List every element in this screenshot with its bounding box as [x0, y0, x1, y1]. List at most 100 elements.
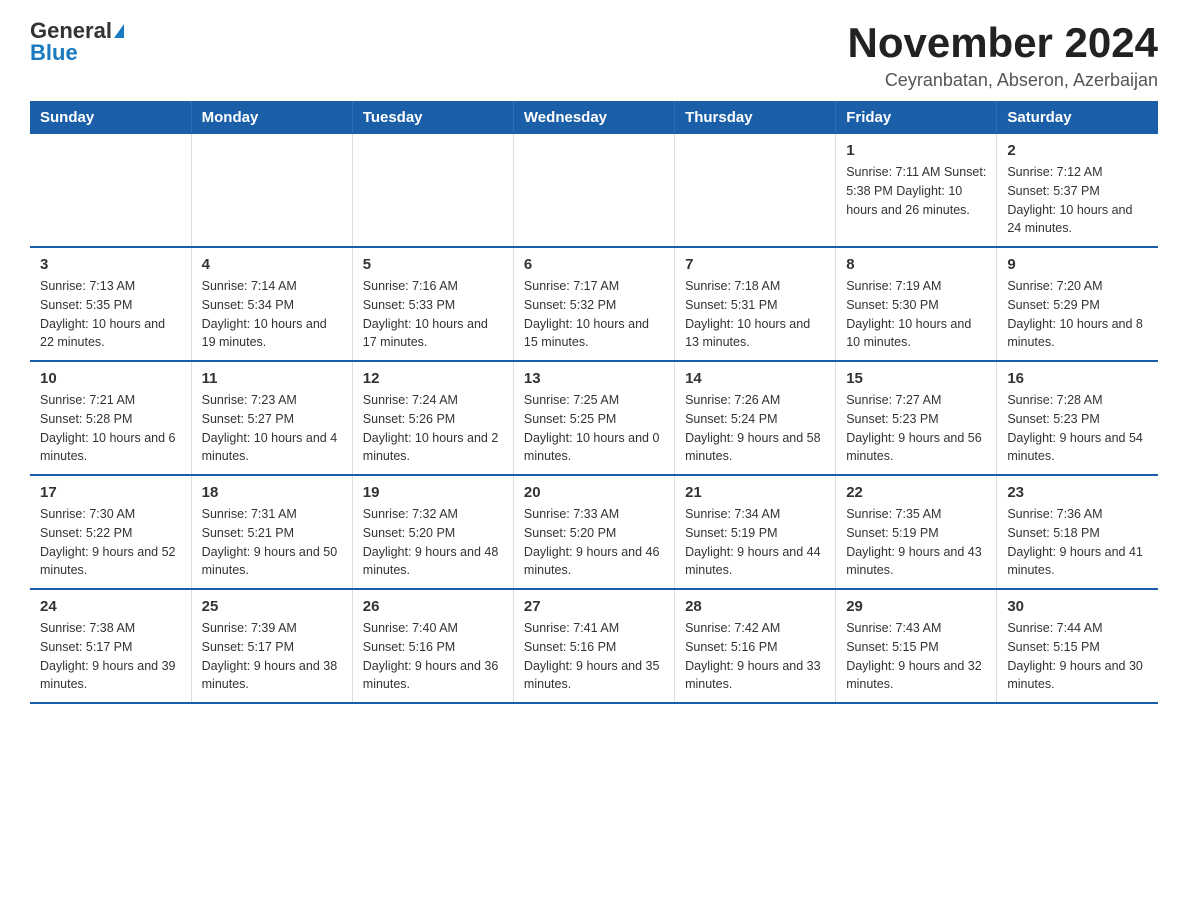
calendar-day-header: Wednesday [513, 101, 674, 134]
day-number: 26 [363, 598, 503, 615]
calendar-cell: 8Sunrise: 7:19 AM Sunset: 5:30 PM Daylig… [836, 247, 997, 361]
day-number: 9 [1007, 256, 1148, 273]
day-info: Sunrise: 7:39 AM Sunset: 5:17 PM Dayligh… [202, 619, 342, 694]
day-info: Sunrise: 7:26 AM Sunset: 5:24 PM Dayligh… [685, 391, 825, 466]
calendar-cell: 17 Sunrise: 7:30 AM Sunset: 5:22 PM Dayli… [30, 475, 191, 589]
day-info: Sunrise: 7:18 AM Sunset: 5:31 PM Dayligh… [685, 277, 825, 352]
calendar-cell: 11 Sunrise: 7:23 AM Sunset: 5:27 PM Dayli… [191, 361, 352, 475]
calendar-cell: 27 Sunrise: 7:41 AM Sunset: 5:16 PM Dayli… [513, 589, 674, 703]
day-info: Sunrise: 7:31 AM Sunset: 5:21 PM Dayligh… [202, 505, 342, 580]
day-number: 3 [40, 256, 181, 273]
calendar-cell: 21 Sunrise: 7:34 AM Sunset: 5:19 PM Dayli… [675, 475, 836, 589]
day-info: Sunrise: 7:17 AM Sunset: 5:32 PM Dayligh… [524, 277, 664, 352]
calendar-cell: 24 Sunrise: 7:38 AM Sunset: 5:17 PM Dayli… [30, 589, 191, 703]
day-number: 18 [202, 484, 342, 501]
day-info: Sunrise: 7:23 AM Sunset: 5:27 PM Dayligh… [202, 391, 342, 466]
day-number: 16 [1007, 370, 1148, 387]
calendar-day-header: Saturday [997, 101, 1158, 134]
calendar-cell: 7 Sunrise: 7:18 AM Sunset: 5:31 PM Daylig… [675, 247, 836, 361]
calendar-cell: 28Sunrise: 7:42 AM Sunset: 5:16 PM Dayli… [675, 589, 836, 703]
page-header: General Blue November 2024 Ceyranbatan, … [30, 20, 1158, 91]
calendar-cell: 22 Sunrise: 7:35 AM Sunset: 5:19 PM Dayli… [836, 475, 997, 589]
calendar-week-row: 3Sunrise: 7:13 AM Sunset: 5:35 PM Daylig… [30, 247, 1158, 361]
calendar-week-row: 17 Sunrise: 7:30 AM Sunset: 5:22 PM Dayli… [30, 475, 1158, 589]
day-info: Sunrise: 7:41 AM Sunset: 5:16 PM Dayligh… [524, 619, 664, 694]
calendar-cell: 6 Sunrise: 7:17 AM Sunset: 5:32 PM Daylig… [513, 247, 674, 361]
day-info: Sunrise: 7:16 AM Sunset: 5:33 PM Dayligh… [363, 277, 503, 352]
calendar-cell [513, 134, 674, 247]
calendar-day-header: Monday [191, 101, 352, 134]
day-info: Sunrise: 7:35 AM Sunset: 5:19 PM Dayligh… [846, 505, 986, 580]
day-info: Sunrise: 7:28 AM Sunset: 5:23 PM Dayligh… [1007, 391, 1148, 466]
calendar-cell: 15 Sunrise: 7:27 AM Sunset: 5:23 PM Dayli… [836, 361, 997, 475]
page-title: November 2024 [847, 20, 1158, 66]
calendar-cell: 18 Sunrise: 7:31 AM Sunset: 5:21 PM Dayli… [191, 475, 352, 589]
calendar-week-row: 24 Sunrise: 7:38 AM Sunset: 5:17 PM Dayli… [30, 589, 1158, 703]
day-number: 19 [363, 484, 503, 501]
day-info: Sunrise: 7:12 AM Sunset: 5:37 PM Dayligh… [1007, 163, 1148, 238]
day-info: Sunrise: 7:21 AM Sunset: 5:28 PM Dayligh… [40, 391, 181, 466]
day-number: 22 [846, 484, 986, 501]
calendar-week-row: 10 Sunrise: 7:21 AM Sunset: 5:28 PM Dayli… [30, 361, 1158, 475]
day-info: Sunrise: 7:25 AM Sunset: 5:25 PM Dayligh… [524, 391, 664, 466]
day-number: 15 [846, 370, 986, 387]
day-info: Sunrise: 7:19 AM Sunset: 5:30 PM Dayligh… [846, 277, 986, 352]
day-number: 17 [40, 484, 181, 501]
day-number: 28 [685, 598, 825, 615]
calendar-day-header: Thursday [675, 101, 836, 134]
day-number: 11 [202, 370, 342, 387]
calendar-cell: 1Sunrise: 7:11 AM Sunset: 5:38 PM Daylig… [836, 134, 997, 247]
day-number: 25 [202, 598, 342, 615]
calendar-table: SundayMondayTuesdayWednesdayThursdayFrid… [30, 101, 1158, 704]
calendar-cell: 14Sunrise: 7:26 AM Sunset: 5:24 PM Dayli… [675, 361, 836, 475]
day-number: 13 [524, 370, 664, 387]
calendar-cell: 23Sunrise: 7:36 AM Sunset: 5:18 PM Dayli… [997, 475, 1158, 589]
day-number: 27 [524, 598, 664, 615]
day-number: 21 [685, 484, 825, 501]
calendar-cell: 29 Sunrise: 7:43 AM Sunset: 5:15 PM Dayli… [836, 589, 997, 703]
day-number: 24 [40, 598, 181, 615]
day-number: 2 [1007, 142, 1148, 159]
day-number: 7 [685, 256, 825, 273]
day-number: 10 [40, 370, 181, 387]
calendar-cell: 13 Sunrise: 7:25 AM Sunset: 5:25 PM Dayli… [513, 361, 674, 475]
day-info: Sunrise: 7:30 AM Sunset: 5:22 PM Dayligh… [40, 505, 181, 580]
logo-triangle-icon [114, 24, 124, 38]
calendar-cell: 12 Sunrise: 7:24 AM Sunset: 5:26 PM Dayli… [352, 361, 513, 475]
day-info: Sunrise: 7:34 AM Sunset: 5:19 PM Dayligh… [685, 505, 825, 580]
day-info: Sunrise: 7:32 AM Sunset: 5:20 PM Dayligh… [363, 505, 503, 580]
logo-general-text: General [30, 20, 112, 42]
calendar-cell [352, 134, 513, 247]
calendar-cell [30, 134, 191, 247]
day-info: Sunrise: 7:24 AM Sunset: 5:26 PM Dayligh… [363, 391, 503, 466]
calendar-cell [191, 134, 352, 247]
day-info: Sunrise: 7:27 AM Sunset: 5:23 PM Dayligh… [846, 391, 986, 466]
day-number: 5 [363, 256, 503, 273]
calendar-cell: 19 Sunrise: 7:32 AM Sunset: 5:20 PM Dayli… [352, 475, 513, 589]
calendar-cell [675, 134, 836, 247]
calendar-day-header: Tuesday [352, 101, 513, 134]
title-block: November 2024 Ceyranbatan, Abseron, Azer… [847, 20, 1158, 91]
day-number: 4 [202, 256, 342, 273]
logo: General Blue [30, 20, 124, 64]
calendar-cell: 25 Sunrise: 7:39 AM Sunset: 5:17 PM Dayli… [191, 589, 352, 703]
calendar-cell: 5 Sunrise: 7:16 AM Sunset: 5:33 PM Daylig… [352, 247, 513, 361]
calendar-day-header: Sunday [30, 101, 191, 134]
day-number: 30 [1007, 598, 1148, 615]
calendar-cell: 16 Sunrise: 7:28 AM Sunset: 5:23 PM Dayli… [997, 361, 1158, 475]
day-info: Sunrise: 7:44 AM Sunset: 5:15 PM Dayligh… [1007, 619, 1148, 694]
day-info: Sunrise: 7:38 AM Sunset: 5:17 PM Dayligh… [40, 619, 181, 694]
day-number: 1 [846, 142, 986, 159]
calendar-cell: 10 Sunrise: 7:21 AM Sunset: 5:28 PM Dayli… [30, 361, 191, 475]
calendar-day-header: Friday [836, 101, 997, 134]
calendar-week-row: 1Sunrise: 7:11 AM Sunset: 5:38 PM Daylig… [30, 134, 1158, 247]
day-info: Sunrise: 7:43 AM Sunset: 5:15 PM Dayligh… [846, 619, 986, 694]
calendar-cell: 2 Sunrise: 7:12 AM Sunset: 5:37 PM Daylig… [997, 134, 1158, 247]
calendar-cell: 9Sunrise: 7:20 AM Sunset: 5:29 PM Daylig… [997, 247, 1158, 361]
day-info: Sunrise: 7:14 AM Sunset: 5:34 PM Dayligh… [202, 277, 342, 352]
day-number: 12 [363, 370, 503, 387]
day-number: 29 [846, 598, 986, 615]
day-number: 23 [1007, 484, 1148, 501]
calendar-cell: 30 Sunrise: 7:44 AM Sunset: 5:15 PM Dayli… [997, 589, 1158, 703]
day-number: 6 [524, 256, 664, 273]
